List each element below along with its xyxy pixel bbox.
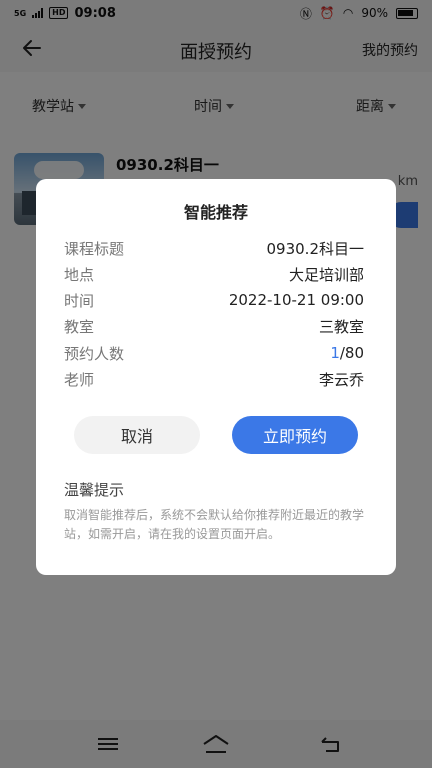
cancel-button[interactable]: 取消 bbox=[74, 416, 200, 454]
row-value: 1/80 bbox=[330, 344, 364, 362]
row-key: 时间 bbox=[64, 291, 95, 310]
info-row-course: 课程标题 0930.2科目一 bbox=[64, 236, 364, 260]
info-row-time: 时间 2022-10-21 09:00 bbox=[64, 288, 364, 312]
row-key: 预约人数 bbox=[64, 344, 125, 363]
booked-count: 1 bbox=[330, 344, 340, 362]
row-key: 老师 bbox=[64, 370, 95, 389]
row-key: 地点 bbox=[64, 265, 95, 284]
row-value: 李云乔 bbox=[318, 370, 364, 389]
recommend-dialog: 智能推荐 课程标题 0930.2科目一 地点 大足培训部 时间 2022-10-… bbox=[36, 179, 396, 575]
row-key: 教室 bbox=[64, 317, 95, 336]
tips-title: 温馨提示 bbox=[64, 481, 125, 499]
dialog-title: 智能推荐 bbox=[183, 203, 248, 222]
capacity: /80 bbox=[339, 344, 364, 362]
book-now-button[interactable]: 立即预约 bbox=[232, 416, 358, 454]
info-row-location: 地点 大足培训部 bbox=[64, 262, 364, 286]
tips-text: 取消智能推荐后，系统不会默认给你推荐附近最近的教学站，如需开启，请在我的设置页面… bbox=[64, 508, 365, 541]
info-row-count: 预约人数 1/80 bbox=[64, 341, 364, 365]
info-row-classroom: 教室 三教室 bbox=[64, 314, 364, 338]
row-value: 大足培训部 bbox=[288, 265, 364, 284]
row-value: 三教室 bbox=[318, 317, 364, 336]
info-row-teacher: 老师 李云乔 bbox=[64, 367, 364, 391]
row-value: 0930.2科目一 bbox=[266, 239, 365, 258]
row-value: 2022-10-21 09:00 bbox=[228, 291, 364, 309]
row-key: 课程标题 bbox=[64, 239, 125, 258]
